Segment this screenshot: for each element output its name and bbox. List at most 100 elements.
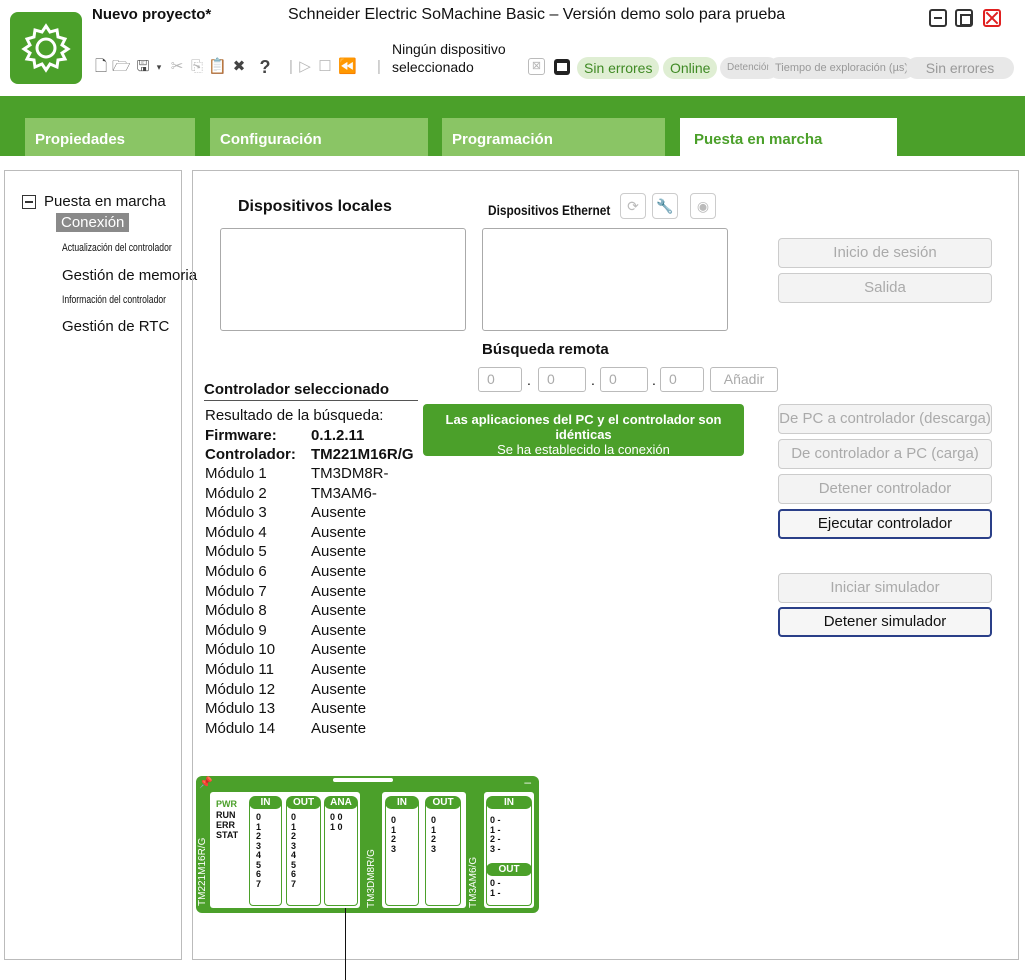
device-selector[interactable]: Ningún dispositivo seleccionado: [392, 40, 522, 76]
status-banner-line2: Se ha establecido la conexión: [497, 442, 670, 457]
save-dropdown-icon[interactable]: ▾: [150, 58, 168, 76]
module-row-value: Ausente: [311, 621, 367, 639]
firmware-value: 0.1.2.11: [311, 427, 365, 444]
pin-icon[interactable]: 📌: [199, 776, 213, 789]
module-row-value: Ausente: [311, 700, 367, 718]
close-icon[interactable]: [983, 9, 1001, 27]
app-title: Schneider Electric SoMachine Basic – Ver…: [288, 6, 786, 23]
open-folder-icon[interactable]: 🗁: [112, 58, 131, 76]
build-icon[interactable]: ✖: [230, 58, 248, 76]
run-icon[interactable]: ▷: [296, 58, 314, 76]
logout-button[interactable]: Salida: [778, 273, 992, 303]
login-button[interactable]: Inicio de sesión: [778, 238, 992, 268]
ethernet-devices-title: Dispositivos Ethernet: [488, 202, 611, 218]
status-banner-line1: Las aplicaciones del PC y el controlador…: [445, 412, 722, 442]
module2-label: TM3AM6/G: [468, 856, 479, 908]
module-row-value: Ausente: [311, 563, 367, 580]
ctrl-ana-list: 0 0 1 0: [330, 812, 343, 832]
module-row-label: Módulo 8: [205, 602, 267, 620]
tree-item-conexion[interactable]: Conexión: [56, 213, 130, 232]
minimize-icon[interactable]: [929, 9, 947, 27]
local-devices-list[interactable]: [220, 228, 466, 331]
m2-out-list: 0 - 1 -: [490, 878, 501, 898]
ip-field-2[interactable]: 0: [538, 367, 586, 392]
ctrl-ana-header: ANA: [324, 796, 358, 809]
local-devices-title: Dispositivos locales: [238, 198, 392, 215]
module-row-label: Módulo 1: [205, 465, 267, 482]
stop-simulator-button[interactable]: Detener simulador: [778, 607, 992, 637]
controller-module-label: TM221M16R/G: [197, 837, 208, 906]
eye-icon[interactable]: ◉: [690, 193, 716, 219]
module-row-label: Módulo 14: [205, 719, 276, 737]
tab-puesta-en-marcha[interactable]: Puesta en marcha: [680, 118, 897, 156]
m2-in-header: IN: [486, 796, 532, 809]
ip-field-4[interactable]: 0: [660, 367, 704, 392]
ip-dot: .: [591, 372, 595, 388]
tree-root[interactable]: Puesta en marcha: [44, 193, 166, 210]
module-row-label: Módulo 7: [205, 582, 267, 600]
module-row-label: Módulo 3: [205, 504, 267, 522]
module-row-value: TM3DM8R-: [311, 465, 389, 482]
module-row-label: Módulo 10: [205, 641, 276, 659]
module-diagram: 📌 – TM221M16R/G PWR RUN ERR STAT PWR IN …: [196, 775, 539, 913]
collapse-icon[interactable]: [22, 195, 36, 209]
wrench-icon[interactable]: 🔧: [652, 193, 678, 219]
minimize-icon[interactable]: –: [524, 775, 531, 789]
refresh-icon[interactable]: ⟳: [620, 193, 646, 219]
stop-controller-button[interactable]: Detener controlador: [778, 474, 992, 504]
ip-dot: .: [527, 372, 531, 388]
ip-field-3[interactable]: 0: [600, 367, 648, 392]
module-row-value: Ausente: [311, 543, 367, 561]
ctrl-in-header: IN: [249, 796, 282, 809]
download-button[interactable]: De PC a controlador (descarga): [778, 404, 992, 434]
maximize-icon[interactable]: [955, 9, 973, 27]
remote-search-title: Búsqueda remota: [482, 341, 609, 358]
module1-label: TM3DM8R/G: [366, 849, 377, 908]
tree-item-informacion[interactable]: Información del controlador: [62, 294, 166, 306]
controller-icon[interactable]: [554, 59, 570, 75]
pwr-label: PWR: [216, 799, 237, 810]
navigation-panel: [4, 170, 182, 960]
module-row-value: Ausente: [311, 680, 367, 698]
controller-value: TM221M16R/G: [311, 446, 414, 463]
tab-programacion[interactable]: Programación: [442, 118, 665, 156]
tab-configuracion[interactable]: Configuración: [210, 118, 428, 156]
app-logo-icon: [10, 12, 82, 84]
help-icon[interactable]: ?: [256, 58, 274, 76]
upload-button[interactable]: De controlador a PC (carga): [778, 439, 992, 469]
module-row-label: Módulo 6: [205, 563, 267, 580]
collapse-handle[interactable]: [333, 778, 393, 782]
ctrl-out-header: OUT: [286, 796, 321, 809]
run-controller-button[interactable]: Ejecutar controlador: [778, 509, 992, 539]
module-row-label: Módulo 2: [205, 484, 267, 502]
module-row-label: Módulo 12: [205, 680, 276, 698]
m1-out-list: 0 1 2 3: [431, 815, 437, 854]
module-row-value: TM3AM6-: [311, 484, 377, 502]
stop-icon[interactable]: ☐: [316, 58, 334, 76]
rewind-icon[interactable]: ⏪: [338, 58, 357, 76]
separator-icon: |: [377, 58, 381, 75]
cut-icon[interactable]: ✂: [168, 58, 186, 76]
module-row-value: Ausente: [311, 523, 367, 541]
status-errors-2: Sin errores: [906, 57, 1014, 79]
paste-icon[interactable]: 📋: [208, 58, 227, 76]
status-online: Online: [663, 57, 718, 79]
device-icon[interactable]: ⊠: [528, 58, 545, 75]
add-button[interactable]: Añadir: [710, 367, 778, 392]
module-row-value: Ausente: [311, 641, 367, 659]
tab-propiedades[interactable]: Propiedades: [25, 118, 195, 156]
tree-item-gestion-memoria[interactable]: Gestión de memoria: [62, 267, 197, 284]
copy-icon[interactable]: ⎘: [188, 58, 206, 76]
tree-item-actualizacion[interactable]: Actualización del controlador: [62, 242, 172, 254]
new-file-icon[interactable]: 🗋: [92, 58, 110, 76]
ethernet-devices-list[interactable]: [482, 228, 728, 331]
module-row-label: Módulo 4: [205, 523, 267, 541]
status-banner: Las aplicaciones del PC y el controlador…: [423, 404, 744, 457]
ip-field-1[interactable]: 0: [478, 367, 522, 392]
module-row-label: Módulo 13: [205, 700, 276, 718]
tree-item-gestion-rtc[interactable]: Gestión de RTC: [62, 318, 169, 335]
divider: [204, 400, 418, 401]
ctrl-out-list: 0 1 2 3 4 5 6 7: [291, 812, 297, 889]
m1-in-header: IN: [385, 796, 419, 809]
start-simulator-button[interactable]: Iniciar simulador: [778, 573, 992, 603]
